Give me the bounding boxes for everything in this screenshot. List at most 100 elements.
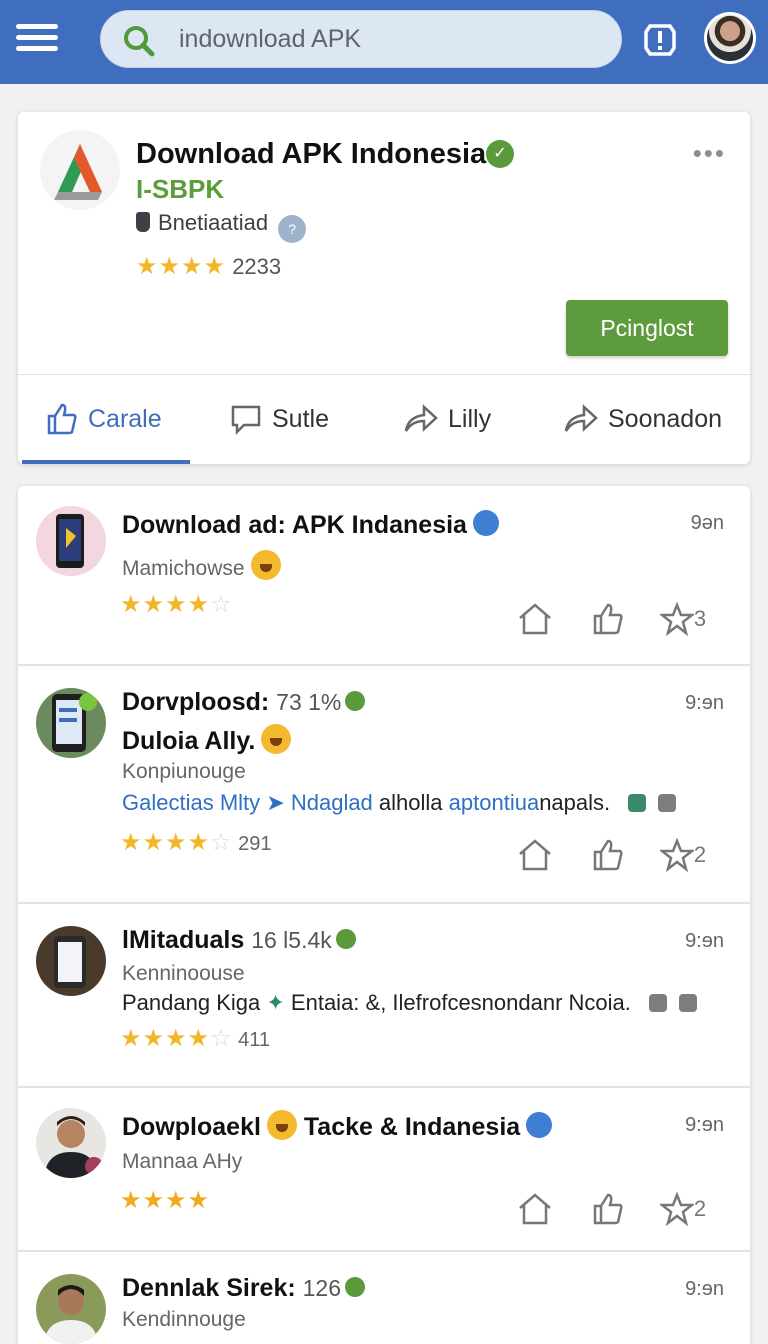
post-title: Download ad: APK Indanesia [122, 510, 499, 540]
more-options-icon[interactable]: ••• [693, 138, 726, 169]
post-time: 9:ɘn [685, 692, 724, 714]
featured-rating: ★★★★ 2233 [136, 252, 281, 281]
post-title: Dowploaekl Tacke & Indanesia [122, 1110, 553, 1142]
post-actions: 3 [498, 602, 720, 636]
tab-soonadon[interactable]: Soonadon [564, 376, 722, 462]
like-icon[interactable] [572, 1192, 646, 1226]
post-actions: 2 [498, 1192, 720, 1226]
tab-label: Soonadon [608, 404, 723, 433]
tab-label: Lilly [448, 404, 492, 433]
featured-app-card: Download APK Indonesia ✓ ••• I-SBPK Bnet… [18, 112, 750, 464]
list-item[interactable]: Download ad: APK Indanesia 9ən Mamichows… [18, 486, 750, 666]
emoji-icon [250, 550, 281, 580]
home-icon[interactable] [498, 838, 572, 872]
hamburger-menu-icon[interactable] [16, 24, 58, 54]
post-rating: ★★★★☆ 291 [120, 828, 272, 857]
star-icon [659, 1192, 694, 1226]
avatar [36, 1274, 106, 1344]
comment-icon [231, 405, 261, 435]
action-tabs: Carale Sutle Lilly Soonadon [18, 376, 750, 464]
search-input[interactable]: indownload APK [100, 10, 622, 68]
post-author: Mamichowse [122, 550, 281, 581]
post-rating: ★★★★☆ [120, 590, 233, 619]
post-time: 9:ɘn [685, 930, 724, 952]
favorite-button[interactable]: 2 [646, 1192, 720, 1226]
rating-stars-icon: ★★★★ [136, 253, 227, 280]
home-icon[interactable] [498, 602, 572, 636]
post-actions: 2 [498, 838, 720, 872]
post-author: Mannaa AHy [122, 1150, 243, 1173]
list-item[interactable]: Dowploaekl Tacke & Indanesia 9:ɘn Mannaa… [18, 1088, 750, 1252]
favorite-button[interactable]: 3 [646, 602, 720, 636]
lock-icon [679, 994, 698, 1012]
tag-icon [628, 794, 647, 812]
star-icon [659, 602, 694, 636]
rating-count: 411 [238, 1029, 271, 1051]
rating-stars-icon: ★★★★☆ [120, 591, 233, 618]
developer-tag-icon [136, 212, 150, 232]
profile-avatar[interactable] [704, 12, 756, 64]
featured-developer: Bnetiaatiad? [136, 210, 307, 243]
rating-count: 291 [238, 833, 272, 855]
avatar [36, 926, 106, 996]
tab-sutle[interactable]: Sutle [230, 376, 329, 462]
verified-badge-icon [472, 510, 499, 536]
tab-lilly[interactable]: Lilly [404, 376, 491, 462]
post-author: Kendinnouge [122, 1308, 246, 1331]
verified-badge-icon [335, 929, 356, 949]
search-icon [124, 26, 155, 57]
post-subtitle: Duloia Ally. [122, 724, 292, 756]
rating-stars-icon: ★★★★☆ [120, 829, 233, 856]
like-count: 2 [693, 1196, 707, 1221]
post-title: Dennlak Sirek: 126 [122, 1274, 366, 1303]
verified-badge-icon [526, 1112, 553, 1138]
share-arrow-icon [404, 404, 438, 432]
tab-label: Carale [88, 404, 162, 433]
tab-label: Sutle [272, 404, 329, 433]
like-icon[interactable] [572, 602, 646, 636]
featured-app-subtitle: I-SBPK [136, 174, 225, 204]
divider [18, 374, 750, 375]
app-logo-icon [40, 130, 120, 210]
post-feed: Download ad: APK Indanesia 9ən Mamichows… [18, 486, 750, 1344]
featured-app-title: Download APK Indonesia [136, 138, 487, 170]
active-tab-indicator [22, 460, 190, 464]
list-item[interactable]: Dorvploosd: 73 1% 9:ɘn Duloia Ally. Konp… [18, 666, 750, 904]
search-query-text: indownload APK [179, 25, 362, 53]
post-text: Galectias Mlty ➤ Ndaglad alholla aptonti… [122, 790, 677, 816]
list-item[interactable]: Dennlak Sirek: 126 9:ɘn Kendinnouge [18, 1254, 750, 1344]
avatar [36, 1108, 106, 1178]
alert-icon[interactable] [644, 22, 676, 58]
post-author: Kenninoouse [122, 962, 245, 985]
verified-badge-icon: ✓ [486, 140, 514, 168]
verified-badge-icon [345, 691, 366, 711]
like-count: 3 [693, 606, 707, 631]
install-button[interactable]: Pcinglost [566, 300, 728, 356]
post-time: 9:ɘn [685, 1114, 724, 1136]
lock-icon [658, 794, 677, 812]
developer-badge-icon: ? [278, 215, 307, 243]
post-title: lMitaduals 16 l5.4k [122, 926, 356, 955]
emoji-icon [261, 724, 292, 754]
star-icon [659, 838, 694, 872]
list-item[interactable]: lMitaduals 16 l5.4k 9:ɘn Kenninoouse Pan… [18, 904, 750, 1088]
emoji-icon [266, 1110, 297, 1140]
post-text: Pandang Kiga ✦ Entaia: &, Ilefrofcesnond… [122, 990, 698, 1016]
post-author: Konpiunouge [122, 760, 246, 783]
verified-badge-icon [345, 1277, 366, 1297]
thumbs-up-icon [47, 403, 77, 435]
tab-carale[interactable]: Carale [46, 376, 162, 462]
like-icon[interactable] [572, 838, 646, 872]
rating-count: 2233 [232, 254, 282, 279]
like-count: 2 [693, 842, 707, 867]
favorite-button[interactable]: 2 [646, 838, 720, 872]
top-app-bar: indownload APK [0, 0, 768, 84]
post-rating: ★★★★☆ 411 [120, 1024, 270, 1053]
developer-name: Bnetiaatiad [158, 210, 269, 235]
post-time: 9:ɘn [685, 1278, 724, 1300]
home-icon[interactable] [498, 1192, 572, 1226]
post-title: Dorvploosd: 73 1% [122, 688, 366, 717]
rating-stars-icon: ★★★★ [120, 1187, 211, 1214]
post-rating: ★★★★ [120, 1186, 210, 1215]
rating-stars-icon: ★★★★☆ [120, 1025, 233, 1052]
